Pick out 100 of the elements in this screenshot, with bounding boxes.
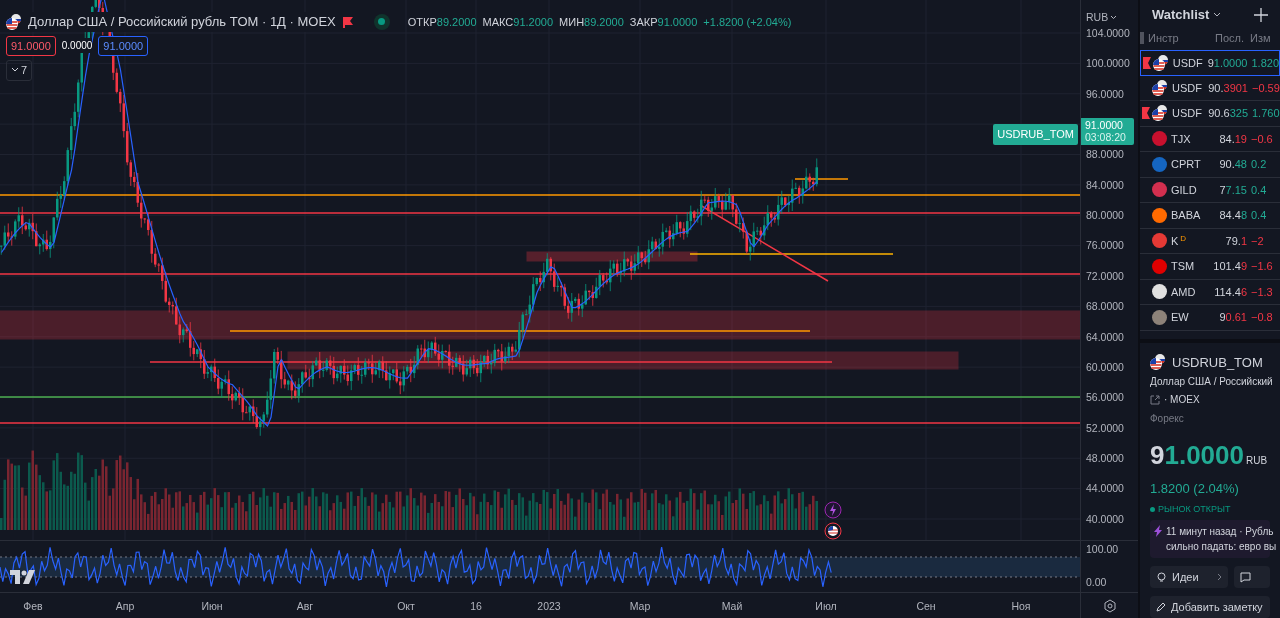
ohlc-value: 91.2000 [513,14,554,30]
price-tick: 60.0000 [1086,359,1125,375]
price-change: −2 [1250,233,1264,249]
indicator-value: 91.0000 [98,35,149,56]
last-price: 77.15 [1218,182,1247,198]
chat-button[interactable] [1234,566,1270,588]
caret-icon [1213,12,1222,18]
watchlist-row[interactable]: CPRT 90.48 0.2 [1140,152,1280,178]
price-change: −1.3 [1250,284,1273,300]
currency-label: RUB [1246,454,1268,468]
price-change: −0.8 [1250,310,1273,325]
price-change: −0.6 [1250,131,1273,147]
news-headline: сильно падать: евро вы [1166,540,1277,554]
price-change: 0.4 [1250,182,1267,198]
watchlist-row[interactable]: GILD 77.15 0.4 [1140,177,1280,203]
watchlist-row[interactable]: TJX 84.19 −0.6 [1140,126,1280,152]
currency-flags-icon [1152,54,1169,71]
caret-icon [1110,15,1118,21]
last-price: 91.0000 [1206,55,1248,71]
price-tick: 44.0000 [1086,481,1125,497]
watchlist-dropdown[interactable]: Watchlist [1152,5,1222,25]
last-price: 90.6325 [1207,106,1248,121]
time-tick: Сен [916,599,936,614]
symbol: BABA [1171,208,1201,223]
symbol: K [1171,233,1179,249]
price-tick: 56.0000 [1086,390,1125,406]
symbol: USDF [1172,80,1202,96]
price-change: −1.6 [1250,259,1273,274]
watchlist-row[interactable]: USDF 91.0000 1.820 [1140,50,1280,76]
last-price: 79.1 [1224,233,1247,249]
ohlc-label: ОТКР [407,14,437,30]
flag-event-icon[interactable] [824,522,842,540]
price-tick: 48.0000 [1086,451,1125,466]
ohlc-value: 89.2000 [436,14,477,30]
currency-flags-icon [1150,354,1166,371]
settings-icon[interactable] [1102,598,1117,613]
last-price: 90.48 [1218,157,1247,172]
indicator-value: 91.0000 [6,35,56,56]
news-headline: 11 минут назад · Рубль [1166,525,1275,539]
watchlist-row[interactable]: BABA 84.48 0.4 [1140,203,1280,229]
ohlc-label: МИН [559,14,585,30]
last-price: 114.46 [1213,284,1247,300]
ideas-button[interactable]: Идеи [1150,566,1229,588]
external-link-icon[interactable] [1150,394,1160,405]
last-price: 101.49 [1212,259,1247,274]
time-tick: 16 [470,599,482,614]
flag-icon[interactable] [1142,107,1150,120]
price-tick: 104.0000 [1086,25,1131,41]
last-price: 84.48 [1218,208,1247,223]
last-price: 84.19 [1218,131,1247,147]
chart-title[interactable]: Доллар США / Российский рубль TOM · 1Д · MOEX [28,12,336,32]
time-tick: Фев [23,599,43,614]
exchange-name: · MOEX [1164,393,1200,407]
time-tick: 2023 [537,599,561,614]
currency-flags-icon [1152,79,1168,96]
lightning-icon [1154,525,1162,537]
lightning-event-icon[interactable] [824,501,842,519]
time-tick: Июн [201,599,223,614]
price-change: 1.760 [1251,106,1280,121]
tradingview-logo[interactable] [10,570,36,584]
symbol: USDF [1172,55,1203,71]
time-tick: Ноя [1011,599,1031,614]
price-change: 1.8200 (2.04%) [1150,480,1240,498]
flag-icon[interactable] [1142,56,1151,69]
time-tick: Апр [115,599,135,614]
price-tick: 84.0000 [1086,177,1125,193]
watchlist-row[interactable]: USDF 90.6325 1.760 [1140,101,1280,127]
price-change: 0.4 [1250,208,1267,223]
collapse-indicators-button[interactable]: 7 [6,60,33,81]
add-icon[interactable] [1254,8,1268,22]
instrument-description: Доллар США / Российский [1150,376,1273,388]
last-price: 90.3901 [1207,80,1248,96]
indicator-value: 0.0000 [61,38,93,54]
price-tick: 88.0000 [1086,147,1125,163]
flag-icon[interactable] [341,15,354,28]
column-header[interactable]: Изм [1244,29,1271,47]
currency-flags-icon [1152,105,1168,122]
ohlc-label: МАКС [482,14,514,30]
last-price: 90.61 [1218,310,1247,325]
price-tick: 68.0000 [1086,299,1125,315]
time-tick: Мар [629,599,651,614]
currency-dropdown[interactable]: RUB [1086,10,1138,26]
price-tick: 40.0000 [1086,511,1125,527]
symbol: TSM [1171,259,1195,274]
bar-countdown: 03:08:20 [1085,131,1127,144]
price-tick: 72.0000 [1086,268,1125,284]
column-header[interactable]: Посл. [1194,29,1244,47]
time-tick: Авг [296,599,314,614]
symbol: GILD [1171,182,1197,198]
market-status: РЫНОК ОТКРЫТ [1158,502,1231,516]
watchlist-row[interactable]: USDF 90.3901 −0.59 [1140,75,1280,101]
add-note-button[interactable]: Добавить заметку [1150,596,1270,618]
watchlist-row[interactable]: TSM 101.49 −1.6 [1140,254,1280,280]
watchlist-row[interactable]: AMD 114.46 −1.3 [1140,279,1280,305]
time-tick: Май [721,599,743,614]
column-header[interactable]: Инстр [1144,29,1194,47]
price-tick: 52.0000 [1086,420,1125,436]
chat-icon [1240,571,1252,583]
indicator-tick: 100.00 [1086,542,1120,557]
watchlist-row[interactable]: EW 90.61 −0.8 [1140,305,1280,331]
